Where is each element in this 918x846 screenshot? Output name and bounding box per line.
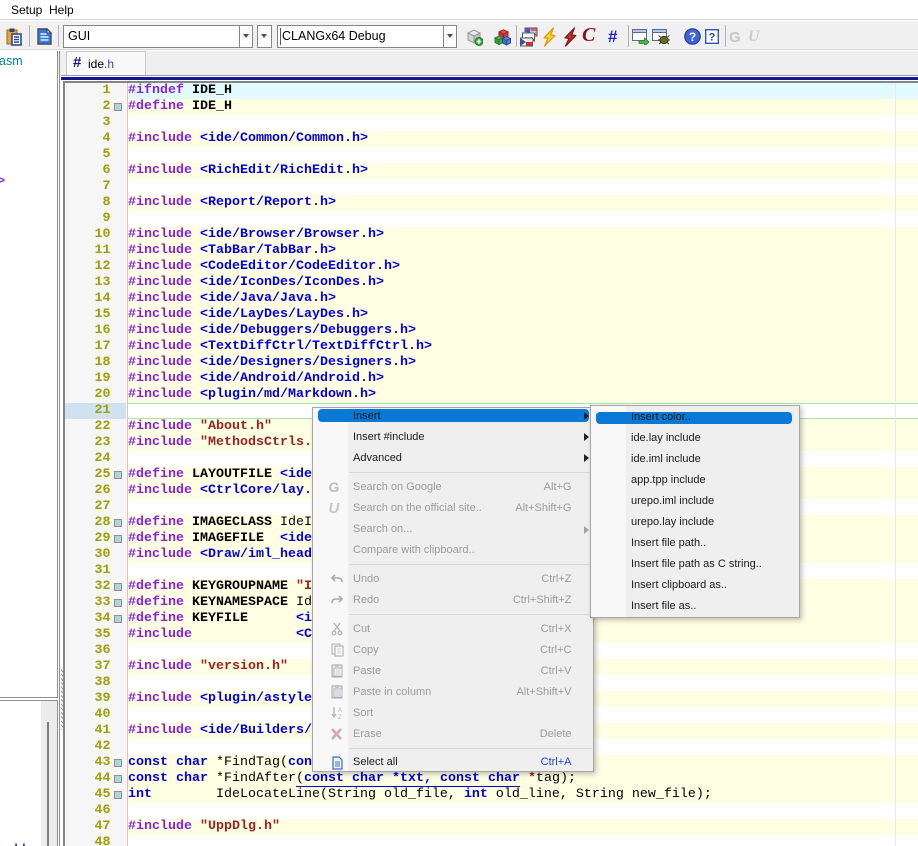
svg-text:?: ? [709, 32, 716, 44]
svg-text:?: ? [689, 30, 696, 44]
svg-text:A: A [338, 708, 342, 714]
svg-text:Z: Z [338, 715, 342, 720]
